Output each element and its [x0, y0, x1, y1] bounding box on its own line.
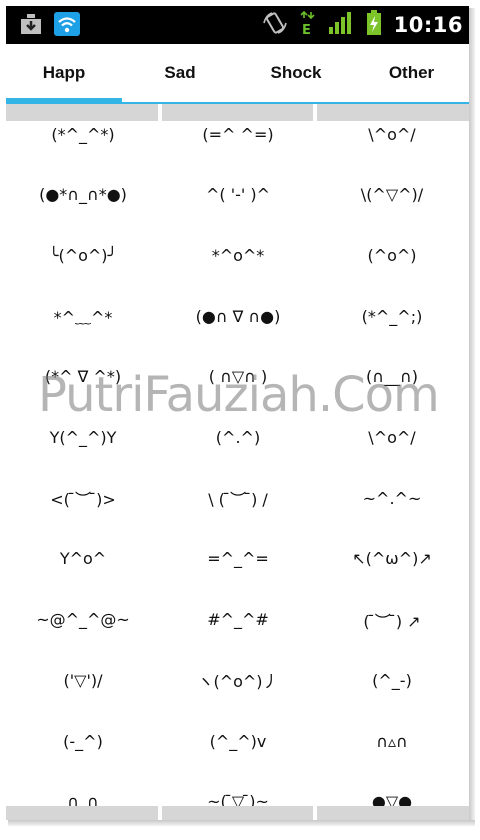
tab-shock[interactable]: Shock — [238, 44, 354, 102]
emoticon-item[interactable]: ヽ(^o^)丿 — [161, 650, 315, 710]
tab-happ[interactable]: Happ — [6, 44, 122, 104]
emoticon-item[interactable]: ↖(^ω^)↗ — [315, 529, 469, 589]
tab-label: Other — [388, 63, 435, 82]
emoticon-item[interactable]: ~^.^~ — [315, 468, 469, 528]
tab-label: Happ — [42, 63, 86, 82]
emoticon-item[interactable]: (^_^)v — [161, 711, 315, 771]
emoticon-item[interactable]: (*^_^*) — [6, 104, 160, 164]
battery-charging-icon — [366, 10, 382, 40]
emoticon-item[interactable]: (^o^) — [315, 225, 469, 285]
emoticon-item[interactable]: Y(^_^)Y — [6, 408, 160, 468]
emoticon-item[interactable]: ╰(^o^)╯ — [6, 225, 160, 285]
emoticon-item[interactable]: #^_^# — [161, 590, 315, 650]
emoticon-item[interactable]: ∩▵∩ — [315, 711, 469, 771]
emoticon-item[interactable]: (●*∩_∩*●) — [6, 165, 160, 225]
emoticon-item[interactable]: \^o^/ — [315, 104, 469, 164]
status-bar: E 10:16 — [6, 6, 469, 44]
svg-text:E: E — [302, 23, 311, 36]
bottom-strip-segment — [162, 806, 313, 820]
emoticon-item[interactable]: (^_-) — [315, 650, 469, 710]
tab-label: Sad — [164, 63, 196, 82]
tab-sad[interactable]: Sad — [122, 44, 238, 102]
download-icon — [18, 12, 44, 40]
emoticon-item[interactable]: Y^o^ — [6, 529, 160, 589]
frame-shadow — [469, 8, 475, 824]
emoticon-item[interactable]: (-_^) — [6, 711, 160, 771]
emoticon-item[interactable]: ('▽')/ — [6, 650, 160, 710]
clock-time: 10:16 — [393, 13, 463, 37]
emoticon-grid: (*^_^*) (=^ ^=) \^o^/(●*∩_∩*●) ^( '-' )^ \(^… — [6, 104, 469, 819]
emoticon-item[interactable]: (^.^) — [161, 408, 315, 468]
emoticon-item[interactable]: (*^_^;) — [315, 286, 469, 346]
tab-bar: Happ Sad Shock Other — [6, 44, 469, 104]
data-e-icon: E — [300, 10, 316, 40]
bottom-strip-segment — [6, 806, 158, 820]
emoticon-item[interactable]: (∩__∩) — [315, 347, 469, 407]
emoticon-item[interactable]: (*^ ∇ ^*) — [6, 347, 160, 407]
emoticon-item[interactable]: ^( '-' )^ — [161, 165, 315, 225]
emoticon-item[interactable]: <( ̄︶ ̄)> — [6, 468, 160, 528]
emoticon-item[interactable]: =^_^= — [161, 529, 315, 589]
emoticon-item[interactable]: \(^▽^)/ — [315, 165, 469, 225]
emoticon-item[interactable]: (=^ ^=) — [161, 104, 315, 164]
emoticon-item[interactable]: ( ∩▽∩ ) — [161, 347, 315, 407]
bottom-strip-segment — [317, 806, 469, 820]
emoticon-item[interactable]: \ ( ̄︶ ̄) / — [161, 468, 315, 528]
emoticon-item[interactable]: \^o^/ — [315, 408, 469, 468]
emoticon-item[interactable]: *^o^* — [161, 225, 315, 285]
emoticon-item[interactable]: (●∩ ∇ ∩●) — [161, 286, 315, 346]
frame-shadow — [8, 820, 475, 826]
emoticon-item[interactable]: *^﹏^* — [6, 286, 160, 346]
tab-other[interactable]: Other — [354, 44, 469, 102]
tab-label: Shock — [270, 63, 322, 82]
rotate-icon — [262, 11, 288, 39]
signal-icon — [328, 11, 354, 39]
emoticon-item[interactable]: ~@^_^@~ — [6, 590, 160, 650]
bottom-strip — [6, 806, 469, 820]
wifi-icon — [54, 12, 80, 40]
emoticon-item[interactable]: ( ̄︶ ̄) ↗ — [315, 590, 469, 650]
